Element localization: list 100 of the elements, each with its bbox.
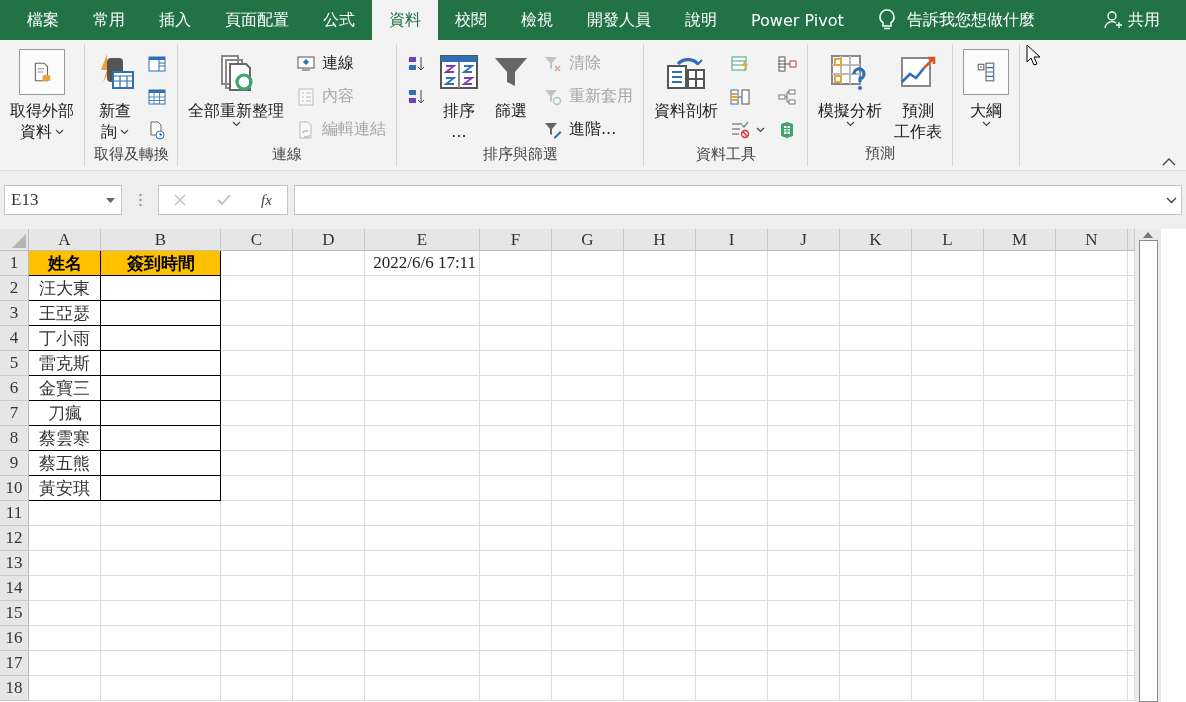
table-cell[interactable]: 王亞瑟 — [29, 301, 101, 326]
empty-cell[interactable] — [768, 626, 840, 651]
formula-input[interactable] — [294, 185, 1182, 215]
empty-cell[interactable] — [624, 301, 696, 326]
table-cell[interactable]: 丁小雨 — [29, 326, 101, 351]
empty-cell[interactable] — [293, 576, 365, 601]
ribbon-button[interactable]: 預測 工作表 — [892, 44, 944, 142]
empty-cell[interactable] — [293, 451, 365, 476]
empty-cell[interactable] — [552, 551, 624, 576]
empty-cell[interactable] — [101, 651, 221, 676]
drag-handle-icon[interactable] — [138, 193, 142, 207]
table-cell[interactable] — [101, 276, 221, 301]
row-header[interactable]: 9 — [0, 451, 29, 476]
empty-cell[interactable] — [984, 401, 1056, 426]
ribbon-button[interactable]: 模擬分析 — [816, 44, 884, 127]
empty-cell[interactable] — [912, 676, 984, 701]
empty-cell[interactable] — [768, 476, 840, 501]
empty-cell[interactable] — [624, 401, 696, 426]
empty-cell[interactable] — [293, 251, 365, 276]
table-cell[interactable]: 汪大東 — [29, 276, 101, 301]
empty-cell[interactable] — [984, 576, 1056, 601]
empty-cell[interactable] — [552, 251, 624, 276]
ribbon-tab[interactable]: 校閱 — [438, 0, 504, 40]
empty-cell[interactable] — [768, 551, 840, 576]
empty-cell[interactable] — [221, 676, 293, 701]
empty-cell[interactable] — [221, 651, 293, 676]
empty-cell[interactable] — [221, 326, 293, 351]
column-header[interactable]: L — [912, 229, 984, 251]
scrollbar-thumb[interactable] — [1138, 240, 1158, 702]
column-header[interactable]: E — [365, 229, 480, 251]
empty-cell[interactable] — [696, 651, 768, 676]
empty-cell[interactable] — [1056, 351, 1128, 376]
empty-cell[interactable] — [840, 401, 912, 426]
empty-cell[interactable] — [984, 651, 1056, 676]
empty-cell[interactable] — [912, 501, 984, 526]
tell-me-search[interactable]: 告訴我您想做什麼 — [906, 9, 1035, 31]
empty-cell[interactable] — [696, 251, 768, 276]
empty-cell[interactable] — [840, 376, 912, 401]
empty-cell[interactable] — [984, 276, 1056, 301]
name-box[interactable]: E13 — [4, 185, 122, 215]
empty-cell[interactable] — [221, 301, 293, 326]
empty-cell[interactable] — [1056, 301, 1128, 326]
insert-function-button[interactable]: fx — [260, 191, 272, 209]
empty-cell[interactable] — [912, 276, 984, 301]
empty-cell[interactable] — [840, 601, 912, 626]
empty-cell[interactable] — [768, 276, 840, 301]
table-cell[interactable]: 雷克斯 — [29, 351, 101, 376]
row-header[interactable]: 10 — [0, 476, 29, 501]
empty-cell[interactable] — [840, 476, 912, 501]
column-header[interactable]: I — [696, 229, 768, 251]
empty-cell[interactable] — [912, 576, 984, 601]
empty-cell[interactable] — [480, 651, 552, 676]
empty-cell[interactable] — [365, 626, 480, 651]
empty-cell[interactable] — [984, 451, 1056, 476]
empty-cell[interactable] — [768, 601, 840, 626]
row-header[interactable]: 4 — [0, 326, 29, 351]
empty-cell[interactable] — [101, 601, 221, 626]
empty-cell[interactable] — [221, 551, 293, 576]
empty-cell[interactable] — [624, 526, 696, 551]
table-cell[interactable] — [101, 401, 221, 426]
empty-cell[interactable] — [840, 276, 912, 301]
empty-cell[interactable] — [221, 526, 293, 551]
empty-cell[interactable] — [984, 351, 1056, 376]
empty-cell[interactable] — [624, 426, 696, 451]
empty-cell[interactable] — [365, 476, 480, 501]
empty-cell[interactable] — [480, 301, 552, 326]
ribbon-tab[interactable]: 公式 — [306, 0, 372, 40]
empty-cell[interactable] — [840, 651, 912, 676]
empty-cell[interactable] — [552, 326, 624, 351]
ribbon-small-button[interactable]: 進階... — [541, 114, 635, 145]
empty-cell[interactable] — [696, 601, 768, 626]
empty-cell[interactable] — [293, 676, 365, 701]
table-cell[interactable]: 刀瘋 — [29, 401, 101, 426]
empty-cell[interactable] — [984, 251, 1056, 276]
empty-cell[interactable] — [624, 601, 696, 626]
empty-cell[interactable] — [768, 451, 840, 476]
ribbon-tab[interactable]: 檢視 — [504, 0, 570, 40]
ribbon-tab[interactable]: 檔案 — [10, 0, 76, 40]
empty-cell[interactable] — [624, 476, 696, 501]
empty-cell[interactable] — [293, 626, 365, 651]
empty-cell[interactable] — [221, 626, 293, 651]
empty-cell[interactable] — [480, 601, 552, 626]
empty-cell[interactable] — [624, 351, 696, 376]
empty-cell[interactable] — [912, 426, 984, 451]
empty-cell[interactable] — [221, 401, 293, 426]
empty-cell[interactable] — [912, 326, 984, 351]
empty-cell[interactable] — [912, 401, 984, 426]
empty-cell[interactable] — [293, 426, 365, 451]
ribbon-tab[interactable]: 頁面配置 — [208, 0, 306, 40]
empty-cell[interactable] — [293, 351, 365, 376]
empty-cell[interactable] — [552, 476, 624, 501]
empty-cell[interactable] — [552, 426, 624, 451]
empty-cell[interactable] — [1056, 251, 1128, 276]
column-header[interactable]: C — [221, 229, 293, 251]
table-cell[interactable] — [101, 301, 221, 326]
column-header[interactable]: A — [29, 229, 101, 251]
empty-cell[interactable] — [624, 276, 696, 301]
collapse-ribbon-icon[interactable] — [1162, 158, 1176, 166]
row-header[interactable]: 3 — [0, 301, 29, 326]
empty-cell[interactable] — [696, 476, 768, 501]
